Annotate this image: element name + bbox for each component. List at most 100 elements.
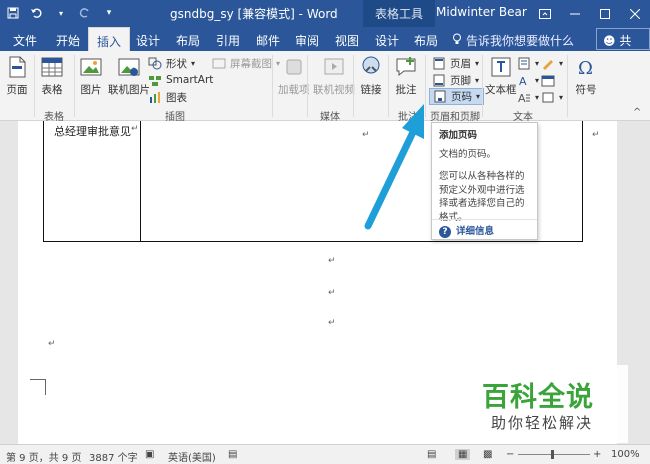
web-layout-icon[interactable]: ▩: [483, 449, 492, 460]
watermark-title: 百科全说: [482, 382, 594, 413]
date-time-button[interactable]: [541, 72, 555, 88]
chevron-down-icon: ▾: [535, 92, 540, 102]
chevron-down-icon: ▾: [535, 58, 540, 68]
page-icon: [9, 56, 26, 78]
object-button[interactable]: ▾: [541, 89, 563, 105]
svg-text:Ω: Ω: [578, 58, 593, 79]
shapes-icon: [148, 57, 162, 69]
picture-button[interactable]: 图片: [79, 55, 103, 97]
screenshot-label: 屏幕截图: [230, 57, 272, 70]
chart-button[interactable]: 图表: [148, 89, 187, 105]
symbol-button[interactable]: Ω 符号: [574, 55, 598, 97]
close-icon[interactable]: [620, 0, 650, 27]
chevron-down-icon[interactable]: ▾: [54, 6, 68, 20]
tab-home[interactable]: 开始: [56, 32, 80, 49]
tab-view[interactable]: 视图: [335, 32, 359, 49]
print-layout-icon[interactable]: ▦: [455, 449, 471, 460]
chevron-down-icon: ▾: [476, 92, 481, 101]
redo-icon[interactable]: [78, 6, 92, 20]
page-number-button[interactable]: 页码 ▾: [429, 88, 485, 105]
tab-mailings[interactable]: 邮件: [256, 32, 280, 49]
paragraph-mark: ↵: [328, 318, 336, 328]
crop-mark: [30, 379, 46, 395]
word-count[interactable]: 3887 个字: [89, 449, 138, 464]
divider: [353, 55, 354, 117]
tell-me-label: 告诉我你想要做什么: [466, 34, 575, 48]
chevron-down-icon: ▾: [559, 92, 564, 102]
header-button[interactable]: 页眉 ▾: [432, 55, 479, 71]
zoom-level[interactable]: 100%: [611, 449, 640, 460]
chevron-down-icon: ▾: [475, 75, 480, 85]
tab-insert[interactable]: 插入: [88, 27, 131, 51]
table-icon: [41, 57, 63, 77]
zoom-slider[interactable]: [518, 454, 590, 455]
save-icon[interactable]: [6, 6, 20, 20]
macro-icon[interactable]: ▤: [228, 449, 237, 460]
smartart-button[interactable]: SmartArt: [148, 72, 213, 88]
footer-button[interactable]: 页脚 ▾: [432, 72, 479, 88]
addins-label: 加载项: [278, 84, 310, 96]
collapse-ribbon-icon[interactable]: ^: [633, 107, 641, 118]
zoom-out-icon[interactable]: −: [506, 449, 514, 460]
divider: [482, 55, 483, 117]
signature-line-button[interactable]: ▾: [541, 55, 563, 71]
footer-icon: [433, 74, 445, 86]
language-status[interactable]: 英语(美国): [168, 449, 216, 464]
tooltip-line1: 文档的页码。: [439, 148, 497, 160]
wordart-button[interactable]: A ▾: [517, 72, 539, 88]
customize-toolbar-icon[interactable]: ▾: [102, 6, 116, 20]
help-icon: ?: [439, 225, 451, 238]
tab-table-design[interactable]: 设计: [375, 32, 399, 49]
object-icon: [542, 92, 554, 102]
comment-button[interactable]: 批注: [394, 55, 418, 97]
tab-review[interactable]: 审阅: [295, 32, 319, 49]
tab-layout[interactable]: 布局: [176, 32, 200, 49]
online-picture-label: 联机图片: [108, 84, 150, 96]
tab-table-layout[interactable]: 布局: [414, 32, 438, 49]
picture-label: 图片: [80, 84, 102, 96]
chevron-down-icon: ▾: [535, 75, 540, 85]
divider: [74, 55, 75, 117]
zoom-slider-thumb[interactable]: [551, 450, 554, 459]
svg-text:A: A: [519, 75, 527, 87]
minimize-icon[interactable]: [560, 0, 590, 27]
addins-button[interactable]: 加载项: [278, 55, 310, 97]
tell-me-box[interactable]: 告诉我你想要做什么: [452, 32, 574, 49]
user-name[interactable]: Midwinter Bear: [436, 5, 527, 19]
divider: [567, 55, 568, 117]
divider: [307, 55, 308, 117]
textbox-button[interactable]: 文本框: [485, 55, 517, 97]
undo-icon[interactable]: [30, 6, 44, 20]
svg-text:A: A: [518, 92, 526, 104]
tooltip-line2: 您可以从各种各样的预定义外观中进行选择或者选择您自己的格式。: [439, 171, 525, 223]
watermark: 百科全说 助你轻松解决: [462, 365, 628, 443]
ribbon-display-icon[interactable]: [530, 0, 560, 27]
tooltip-more-info[interactable]: ? 详细信息: [432, 219, 537, 244]
drop-cap-button[interactable]: A ▾: [517, 89, 539, 105]
share-button[interactable]: ☻ 共享: [596, 28, 650, 65]
screenshot-button[interactable]: 屏幕截图 ▾: [212, 55, 280, 71]
online-picture-button[interactable]: 联机图片: [108, 55, 150, 97]
zoom-in-icon[interactable]: +: [593, 449, 601, 460]
quick-parts-icon: [518, 57, 530, 69]
chart-label: 图表: [166, 91, 187, 104]
smartart-icon: [149, 75, 161, 86]
read-mode-icon[interactable]: ▤: [427, 449, 436, 460]
proofing-icon[interactable]: ▣: [145, 449, 154, 460]
link-button[interactable]: 链接: [359, 55, 383, 97]
quick-parts-button[interactable]: ▾: [517, 55, 539, 71]
screenshot-icon: [212, 58, 226, 68]
online-video-button[interactable]: 联机视频: [313, 55, 355, 97]
tab-references[interactable]: 引用: [216, 32, 240, 49]
tab-design[interactable]: 设计: [136, 32, 160, 49]
page-count[interactable]: 第 9 页，共 9 页: [6, 449, 81, 464]
divider: [425, 55, 426, 117]
shapes-button[interactable]: 形状 ▾: [148, 55, 195, 71]
lightbulb-icon: [452, 33, 462, 48]
maximize-icon[interactable]: [590, 0, 620, 27]
table-button[interactable]: 表格: [40, 55, 64, 97]
paragraph-mark: ↵: [48, 339, 56, 349]
pages-button[interactable]: 页面: [5, 55, 29, 97]
tab-file[interactable]: 文件: [13, 32, 37, 49]
header-icon: [433, 57, 445, 69]
